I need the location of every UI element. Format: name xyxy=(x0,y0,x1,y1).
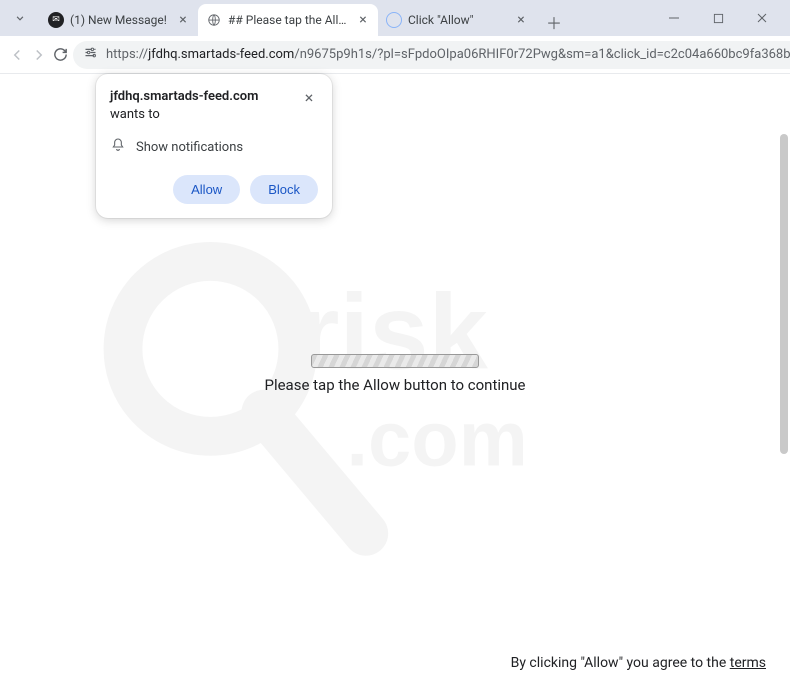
bell-icon xyxy=(110,137,126,157)
block-button[interactable]: Block xyxy=(250,175,318,204)
caret-down-icon[interactable] xyxy=(6,4,34,32)
tab-please-tap-allow[interactable]: ## Please tap the Allow button × xyxy=(198,4,378,36)
site-settings-icon[interactable] xyxy=(83,45,98,64)
close-icon[interactable]: × xyxy=(176,13,190,27)
maximize-button[interactable] xyxy=(696,4,740,32)
back-button[interactable] xyxy=(8,41,26,69)
envelope-icon: ✉ xyxy=(48,12,64,28)
permission-actions: Allow Block xyxy=(110,175,318,204)
close-icon[interactable]: × xyxy=(514,13,528,27)
window-controls xyxy=(652,4,784,32)
tab-title: Click "Allow" xyxy=(408,13,508,27)
permission-header: jfdhq.smartads-feed.com wants to × xyxy=(110,88,318,123)
url-path: /n9675p9h1s/?pl=sFpdoOIpa06RHIF0r72Pwg&s… xyxy=(294,47,790,62)
url-prefix: https:// xyxy=(106,47,148,62)
tap-icon xyxy=(386,12,402,28)
permission-title: jfdhq.smartads-feed.com wants to xyxy=(110,88,290,123)
permission-row: Show notifications xyxy=(110,137,318,157)
url-text: https://jfdhq.smartads-feed.com/n9675p9h… xyxy=(106,47,790,62)
address-bar[interactable]: https://jfdhq.smartads-feed.com/n9675p9h… xyxy=(73,41,790,69)
browser-titlebar: ✉ (1) New Message! × ## Please tap the A… xyxy=(0,0,790,36)
tab-title: (1) New Message! xyxy=(70,13,170,27)
loading-bar xyxy=(311,354,479,368)
reload-button[interactable] xyxy=(52,41,69,69)
permission-site: jfdhq.smartads-feed.com xyxy=(110,89,258,104)
permission-wants-to: wants to xyxy=(110,107,160,122)
tab-title: ## Please tap the Allow button xyxy=(228,13,350,27)
terms-link[interactable]: terms xyxy=(730,655,766,671)
scrollbar[interactable] xyxy=(780,134,788,454)
footer-prefix: By clicking "Allow" you agree to the xyxy=(511,655,730,671)
page-center: Please tap the Allow button to continue xyxy=(0,354,790,394)
new-tab-button[interactable]: ＋ xyxy=(540,8,568,36)
close-icon[interactable]: × xyxy=(300,88,318,106)
browser-toolbar: https://jfdhq.smartads-feed.com/n9675p9h… xyxy=(0,36,790,74)
notification-permission-dialog: jfdhq.smartads-feed.com wants to × Show … xyxy=(96,74,332,218)
forward-button[interactable] xyxy=(30,41,48,69)
globe-icon xyxy=(206,12,222,28)
permission-notify-label: Show notifications xyxy=(136,140,243,155)
minimize-button[interactable] xyxy=(652,4,696,32)
svg-text:.com: .com xyxy=(346,396,527,482)
tab-click-allow[interactable]: Click "Allow" × xyxy=(378,4,536,36)
footer-terms: By clicking "Allow" you agree to the ter… xyxy=(511,655,766,671)
tab-new-message[interactable]: ✉ (1) New Message! × xyxy=(40,4,198,36)
url-domain: jfdhq.smartads-feed.com xyxy=(148,47,294,62)
close-icon[interactable]: × xyxy=(356,13,370,27)
tap-allow-text: Please tap the Allow button to continue xyxy=(264,376,525,394)
close-window-button[interactable] xyxy=(740,4,784,32)
tab-strip: ✉ (1) New Message! × ## Please tap the A… xyxy=(40,0,652,36)
allow-button[interactable]: Allow xyxy=(173,175,240,204)
